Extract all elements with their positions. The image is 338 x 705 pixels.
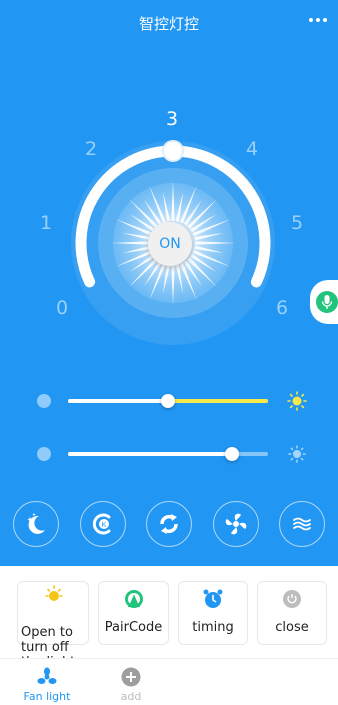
dial-knob[interactable] (162, 140, 184, 162)
app-root: 智控灯控 0 1 2 3 4 5 6 ON K Open to turn off… (0, 0, 338, 705)
svg-text:K: K (102, 522, 107, 529)
power-on-button[interactable]: ON (148, 222, 192, 266)
sun-bright-icon (287, 391, 307, 411)
dial-tick-2[interactable]: 2 (85, 138, 97, 160)
pair-code-label: PairCode (104, 620, 163, 635)
dial-tick-3[interactable]: 3 (166, 108, 178, 130)
brightness-fill (68, 399, 168, 403)
brightness-thumb[interactable] (161, 394, 175, 408)
timing-button[interactable]: timing (178, 581, 248, 645)
dial-tick-6[interactable]: 6 (276, 297, 288, 319)
mode-bar: K (0, 501, 338, 547)
close-label: close (275, 620, 309, 635)
color-temp-slider[interactable] (0, 442, 338, 466)
color-temp-min-icon (37, 447, 51, 461)
color-temp-fill (68, 452, 232, 456)
bottom-tab-bar: Fan light add (0, 658, 338, 705)
cycle-mode-icon (160, 514, 178, 534)
color-temp-thumb[interactable] (225, 447, 239, 461)
pair-code-button[interactable]: PairCode (98, 581, 169, 645)
brightness-min-icon (37, 394, 51, 408)
plus-circle-icon (121, 667, 141, 687)
sun-icon (45, 585, 63, 601)
timing-label: timing (192, 620, 234, 635)
k-mode-icon: K (92, 513, 111, 535)
pair-icon (124, 590, 143, 608)
tab-fan-light-label: Fan light (23, 690, 71, 703)
sun-dim-icon (288, 445, 306, 463)
wave-mode-icon (293, 517, 311, 531)
color-temp-track[interactable] (68, 447, 268, 461)
dial-tick-5[interactable]: 5 (291, 212, 303, 234)
control-panel: 智控灯控 0 1 2 3 4 5 6 ON K (0, 0, 338, 566)
power-icon (283, 590, 301, 608)
k-mode-button[interactable]: K (80, 501, 126, 547)
quick-actions: Open to turn off the lights PairCode tim… (0, 566, 338, 670)
brightness-fill-yellow (168, 399, 268, 403)
brightness-slider[interactable] (0, 389, 338, 413)
cycle-mode-button[interactable] (146, 501, 192, 547)
night-mode-button[interactable] (13, 501, 59, 547)
dial-tick-1[interactable]: 1 (40, 212, 52, 234)
tab-add[interactable]: add (101, 659, 161, 705)
dial-tick-4[interactable]: 4 (246, 138, 258, 160)
lights-toggle-button[interactable]: Open to turn off the lights (17, 581, 89, 670)
night-mode-icon (27, 513, 45, 534)
fan-mode-button[interactable] (213, 501, 259, 547)
wave-mode-button[interactable] (279, 501, 325, 547)
tab-add-label: add (120, 690, 142, 703)
fan-mode-icon (225, 513, 247, 535)
alarm-clock-icon (203, 589, 223, 608)
fan-icon (37, 667, 57, 684)
tab-fan-light[interactable]: Fan light (17, 659, 77, 705)
close-button[interactable]: close (257, 581, 327, 645)
brightness-track[interactable] (68, 394, 268, 408)
microphone-icon (316, 291, 338, 313)
speed-dial: 0 1 2 3 4 5 6 ON (0, 0, 338, 360)
voice-button[interactable] (310, 280, 338, 324)
dial-tick-0[interactable]: 0 (56, 297, 68, 319)
